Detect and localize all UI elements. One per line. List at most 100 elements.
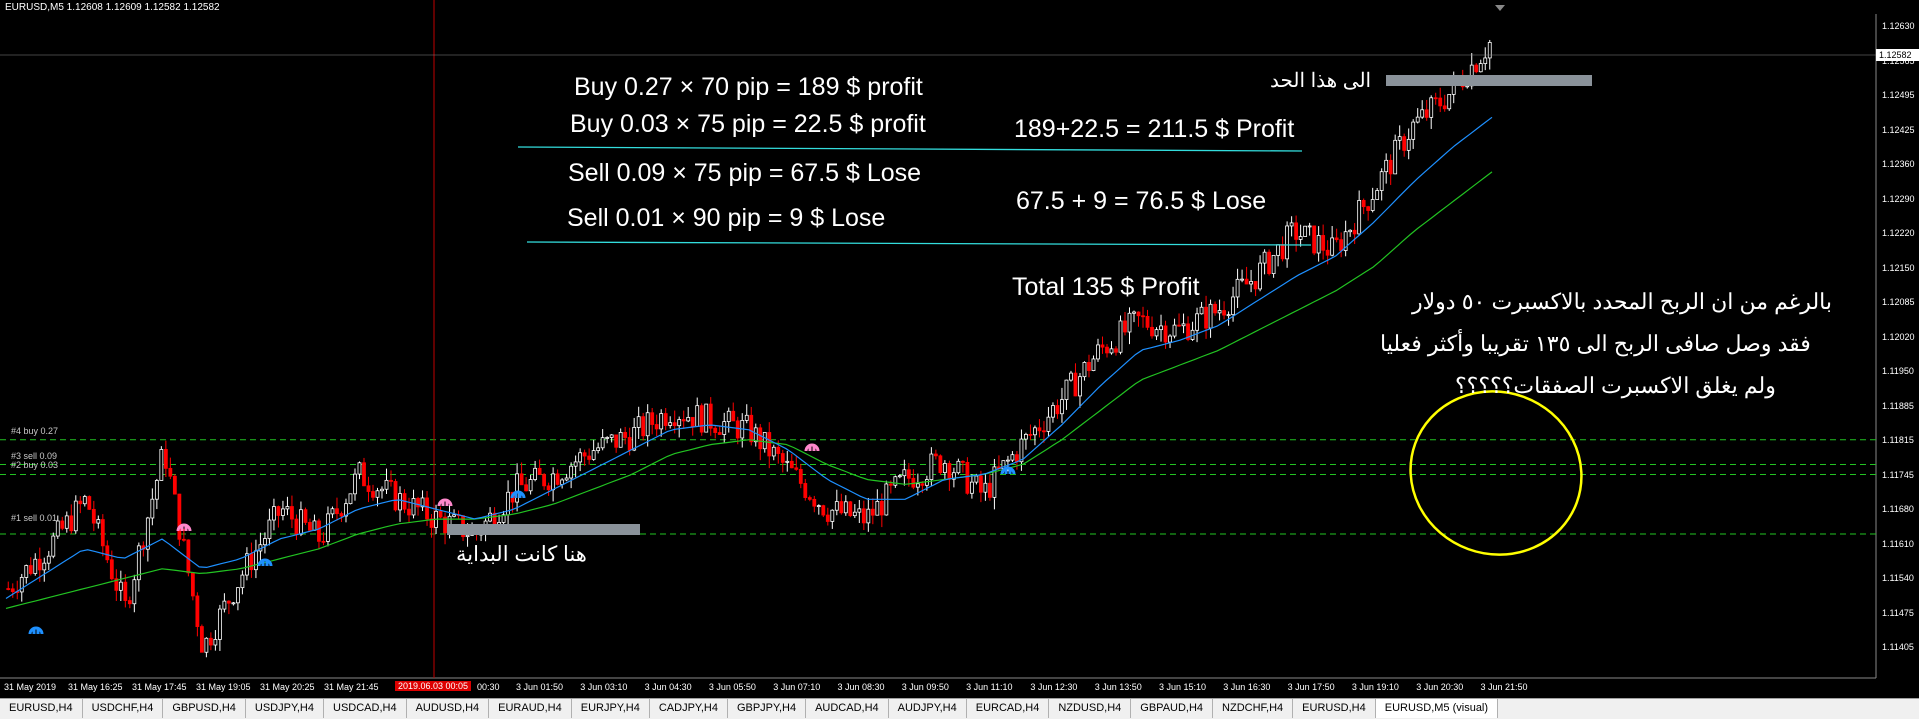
chart-tab[interactable]: CADJPY,H4 (650, 699, 728, 718)
calc-buy-2: Buy 0.03 × 75 pip = 22.5 $ profit (570, 110, 926, 138)
candle-bull (465, 534, 470, 538)
price-tick: 1.12630 (1882, 21, 1915, 31)
candle-bear (1087, 362, 1091, 371)
chart-tab[interactable]: GBPJPY,H4 (728, 699, 807, 718)
chart-tab[interactable]: USDCHF,H4 (83, 699, 164, 718)
candle-bear (537, 467, 542, 475)
chart-tab[interactable]: AUDJPY,H4 (889, 699, 967, 718)
candle-bear (163, 449, 168, 469)
candle-bear (109, 559, 114, 580)
candle-bull (551, 473, 556, 491)
time-tick: 3 Jun 01:50 (516, 682, 564, 692)
candle-bull (73, 500, 78, 532)
candle-bear (366, 485, 371, 492)
chart-tab[interactable]: EURJPY,H4 (572, 699, 650, 718)
chart-tab[interactable]: GBPAUD,H4 (1131, 699, 1214, 718)
price-tick: 1.12085 (1882, 297, 1915, 307)
candle-bull (596, 447, 601, 452)
candle-bear (321, 540, 326, 543)
candle-bear (1424, 109, 1429, 118)
candle-bear (519, 473, 524, 486)
candle-bear (821, 505, 826, 516)
candle-bear (1325, 249, 1330, 256)
candle-bull (222, 600, 227, 610)
price-tick: 1.12360 (1882, 159, 1915, 169)
candle-bear (6, 588, 11, 590)
candle-bear (1442, 105, 1447, 110)
chart-tab[interactable]: GBPUSD,H4 (163, 699, 246, 718)
candle-bear (317, 520, 321, 542)
candle-bear (123, 581, 128, 601)
candle-bull (668, 422, 673, 426)
candle-bear (582, 452, 587, 457)
candle-bear (690, 417, 695, 427)
candle-bear (798, 468, 803, 484)
candle-bear (186, 539, 191, 574)
candle-bull (533, 467, 538, 480)
candle-bull (1487, 42, 1492, 59)
candle-bear (78, 500, 83, 505)
candle-bull (753, 427, 758, 443)
candle-bull (1051, 405, 1055, 418)
time-tick: 3 Jun 11:10 (966, 682, 1013, 692)
chart-tab[interactable]: EURAUD,H4 (489, 699, 572, 718)
candle-bear (1150, 326, 1154, 337)
time-tick: 3 Jun 03:10 (580, 682, 628, 692)
candle-bear (28, 565, 33, 574)
candle-bull (1240, 278, 1244, 281)
chart-window[interactable]: EURUSD,M5 1.12608 1.12609 1.12582 1.1258… (0, 0, 1919, 698)
chart-tab[interactable]: NZDUSD,H4 (1049, 699, 1132, 718)
chart-tab[interactable]: EURUSD,M5 (visual) (1375, 699, 1499, 718)
chart-tab[interactable]: USDCAD,H4 (324, 699, 407, 718)
candle-bull (330, 508, 335, 515)
candle-bear (1361, 200, 1366, 208)
chart-tab[interactable]: USDJPY,H4 (246, 699, 324, 718)
candle-bull (744, 414, 749, 421)
candle-bear (1105, 346, 1109, 354)
candle-bull (1168, 335, 1172, 343)
candle-bear (339, 513, 344, 517)
candle-bear (1141, 315, 1145, 318)
chart-tab[interactable]: NZDCHF,H4 (1213, 699, 1294, 718)
candle-bear (776, 446, 781, 454)
candle-bear (888, 483, 893, 486)
price-tick: 1.12425 (1882, 124, 1915, 135)
candle-bull (1046, 416, 1051, 432)
chart-tab[interactable]: AUDCAD,H4 (806, 699, 889, 718)
chart-tab[interactable]: EURUSD,H4 (1293, 699, 1376, 718)
chart-tab[interactable]: AUDUSD,H4 (407, 699, 490, 718)
time-tick: 3 Jun 05:50 (708, 682, 756, 692)
candle-bear (555, 473, 560, 485)
candle-bear (933, 453, 938, 457)
candle-bear (1244, 278, 1249, 285)
candle-bull (564, 477, 569, 481)
start-highlight-bar (447, 524, 640, 535)
candle-bull (843, 501, 848, 514)
candle-bear (91, 508, 96, 524)
candle-bear (839, 501, 844, 514)
candle-bear (938, 455, 943, 473)
candle-bear (105, 545, 110, 561)
price-tick: 1.11815 (1882, 435, 1914, 445)
arabic-label-start: هنا كانت البداية (456, 543, 587, 566)
candle-bull (1303, 225, 1308, 237)
candle-bull (591, 450, 596, 460)
candle-bull (64, 515, 69, 529)
price-tick: 1.11405 (1882, 642, 1914, 652)
chart-tab[interactable]: EURUSD,H4 (0, 699, 83, 718)
candle-bear (1388, 159, 1393, 175)
candle-bull (272, 506, 276, 521)
candle-bull (213, 639, 218, 646)
candle-bull (1132, 311, 1136, 314)
candle-bear (1433, 97, 1438, 100)
candle-bear (294, 518, 299, 535)
candle-bear (335, 508, 339, 514)
candle-bear (10, 588, 15, 592)
candle-bear (1204, 306, 1208, 329)
candle-bull (118, 581, 123, 591)
time-tick: 3 Jun 21:50 (1480, 682, 1528, 692)
candle-bear (60, 520, 65, 529)
chart-tab[interactable]: EURCAD,H4 (967, 699, 1050, 718)
candle-bull (528, 479, 533, 492)
candle-bull (1096, 344, 1100, 360)
